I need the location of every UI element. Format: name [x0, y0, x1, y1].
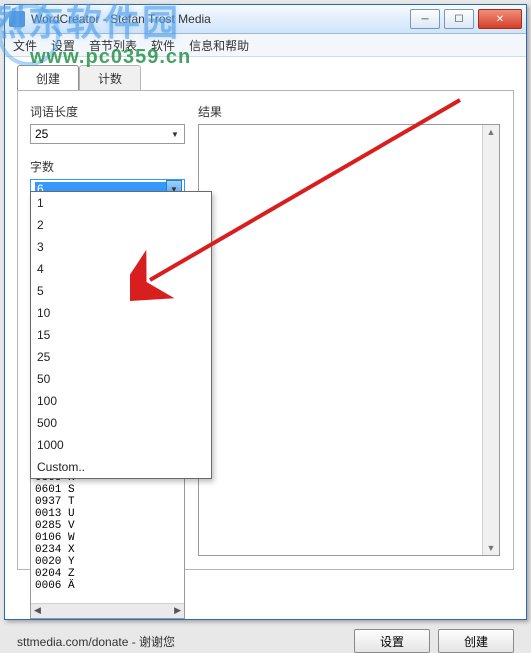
menu-help[interactable]: 信息和帮助	[189, 37, 249, 54]
menubar: 文件 设置 音节列表 软件 信息和帮助	[5, 34, 526, 57]
dropdown-option[interactable]: Custom..	[31, 456, 211, 478]
tab-body-create: 词语长度 25 ▼ 字数 6 ▼ 0009 Q 0568 R 0601 S 09…	[17, 90, 514, 570]
dropdown-option[interactable]: 1000	[31, 434, 211, 456]
dropdown-option[interactable]: 5	[31, 280, 211, 302]
tab-count[interactable]: 计数	[79, 65, 141, 91]
list-item[interactable]: 0601 S	[31, 484, 184, 496]
dropdown-option[interactable]: 1	[31, 192, 211, 214]
dropdown-option[interactable]: 2	[31, 214, 211, 236]
list-item[interactable]: 0020 Y	[31, 556, 184, 568]
list-item[interactable]: 0285 V	[31, 520, 184, 532]
tab-create[interactable]: 创建	[17, 65, 79, 91]
horizontal-scrollbar[interactable]: ◀▶	[31, 603, 184, 618]
dropdown-option[interactable]: 10	[31, 302, 211, 324]
dropdown-option[interactable]: 50	[31, 368, 211, 390]
result-textarea[interactable]: ▲▼	[198, 124, 500, 556]
footer: sttmedia.com/donate - 谢谢您 设置 创建	[17, 619, 514, 653]
app-icon	[9, 11, 25, 27]
dropdown-option[interactable]: 100	[31, 390, 211, 412]
create-button[interactable]: 创建	[438, 629, 514, 653]
titlebar[interactable]: WordCreator - Stefan Trost Media ─ ☐ ✕	[5, 5, 526, 34]
maximize-button[interactable]: ☐	[444, 9, 474, 29]
dropdown-option[interactable]: 3	[31, 236, 211, 258]
donate-link[interactable]: sttmedia.com/donate - 谢谢您	[17, 633, 346, 650]
frequency-listbox[interactable]: 0009 Q 0568 R 0601 S 0937 T 0013 U 0285 …	[30, 459, 185, 619]
menu-settings[interactable]: 设置	[51, 37, 75, 54]
close-button[interactable]: ✕	[478, 9, 522, 29]
tab-strip: 创建 计数	[17, 65, 514, 91]
list-item[interactable]: 0106 W	[31, 532, 184, 544]
settings-button[interactable]: 设置	[354, 629, 430, 653]
word-length-label: 词语长度	[30, 103, 185, 120]
chevron-down-icon[interactable]: ▼	[168, 126, 182, 142]
word-count-dropdown-list[interactable]: 1 2 3 4 5 10 15 25 50 100 500 1000 Custo…	[30, 191, 212, 479]
list-item[interactable]: 0204 Z	[31, 568, 184, 580]
dropdown-option[interactable]: 15	[31, 324, 211, 346]
word-count-label: 字数	[30, 158, 185, 175]
dropdown-option[interactable]: 500	[31, 412, 211, 434]
minimize-button[interactable]: ─	[410, 9, 440, 29]
menu-software[interactable]: 软件	[151, 37, 175, 54]
dropdown-option[interactable]: 4	[31, 258, 211, 280]
dropdown-option[interactable]: 25	[31, 346, 211, 368]
word-length-combo[interactable]: 25 ▼	[30, 124, 185, 144]
app-window: WordCreator - Stefan Trost Media ─ ☐ ✕ 文…	[4, 4, 527, 620]
list-item[interactable]: 0013 U	[31, 508, 184, 520]
client-area: 创建 计数 词语长度 25 ▼ 字数 6 ▼ 0009 Q 0568 R	[5, 57, 526, 613]
list-item[interactable]: 0937 T	[31, 496, 184, 508]
word-length-value: 25	[35, 127, 48, 141]
result-label: 结果	[198, 103, 501, 120]
list-item[interactable]: 0234 X	[31, 544, 184, 556]
menu-file[interactable]: 文件	[13, 37, 37, 54]
vertical-scrollbar[interactable]: ▲▼	[482, 125, 499, 555]
list-item[interactable]: 0006 Ä	[31, 580, 184, 592]
menu-syllable[interactable]: 音节列表	[89, 37, 137, 54]
window-title: WordCreator - Stefan Trost Media	[31, 12, 410, 26]
